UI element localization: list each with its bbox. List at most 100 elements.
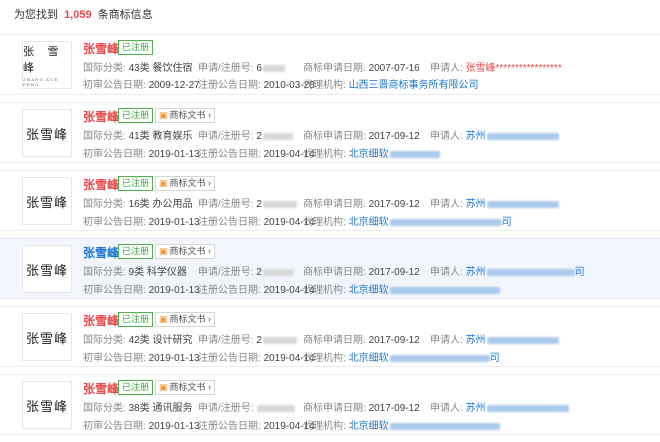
apply-date-value: 2017-09-12 [368,403,420,414]
document-icon: ▣ [159,246,168,256]
prelim-date-value: 2009-12-27 [148,80,200,91]
chevron-right-icon: › [208,246,212,256]
chevron-right-icon: › [208,382,212,392]
trademark-row[interactable]: 张雪峰 张雪峰 已注册 ▣ 商标文书 › 国际分类: 38类 通讯服务 申请/注册… [0,374,660,435]
trademark-name[interactable]: 张雪峰 [83,312,119,329]
applicant-label: 申请人: [430,131,463,142]
redacted-mask [389,286,500,294]
status-badge: 已注册 [118,176,154,191]
prelim-date-value: 2019-01-13 [148,217,200,228]
trademark-logo[interactable]: 张雪峰 [22,109,72,157]
agent-link[interactable]: 北京细软 [349,217,389,228]
reg-date-field: 注册公告日期: 2019-04-14 [198,145,315,160]
reg-date-label: 注册公告日期: [198,80,261,91]
intl-class-value: 16类 办公用品 [128,199,193,210]
apply-date-field: 商标申请日期: 2017-09-12 [303,263,420,278]
trademark-logo[interactable]: 张雪峰 [22,313,72,361]
trademark-name[interactable]: 张雪峰 [83,380,119,397]
results-count: 1,059 [64,9,92,21]
reg-date-field: 注册公告日期: 2019-04-14 [198,349,315,364]
apply-date-label: 商标申请日期: [303,131,366,142]
applicant-link-tail[interactable]: 司 [575,267,585,278]
document-icon: ▣ [159,110,168,120]
reg-no-label: 申请/注册号: [198,131,254,142]
reg-date-label: 注册公告日期: [198,149,261,160]
trademark-row[interactable]: 张雪峰 张雪峰 已注册 ▣ 商标文书 › 国际分类: 9类 科学仪器 申请/注册号… [0,238,660,299]
intl-class-field: 国际分类: 16类 办公用品 [83,195,192,210]
trademark-doc-button[interactable]: ▣ 商标文书 › [155,244,216,259]
agent-link[interactable]: 北京细软 [349,285,389,296]
agent-link-tail[interactable]: 司 [490,353,500,364]
prelim-date-label: 初审公告日期: [83,353,146,364]
results-prefix: 为您找到 [14,9,58,21]
agent-link[interactable]: 北京细软 [349,353,389,364]
trademark-row[interactable]: 张雪峰 张雪峰 已注册 ▣ 商标文书 › 国际分类: 41类 教育娱乐 申请/注册… [0,102,660,163]
applicant-label: 申请人: [430,63,463,74]
agent-link[interactable]: 北京细软 [349,149,389,160]
doc-button-label: 商标文书 [169,110,206,120]
trademark-logo[interactable]: 张雪峰 [22,381,72,429]
agent-link-tail[interactable]: 司 [502,217,512,228]
trademark-row[interactable]: 张 雪 峰 ZHANG XUE FENG 张雪峰 已注册 国际分类: 43类 餐… [0,34,660,95]
applicant-link[interactable]: 苏州 [466,403,486,414]
agent-link[interactable]: 北京细软 [349,421,389,432]
applicant-label: 申请人: [430,267,463,278]
applicant-link[interactable]: 苏州 [466,199,486,210]
results-summary: 为您找到 1,059 条商标信息 [0,0,660,34]
applicant-link[interactable]: 苏州 [466,131,486,142]
trademark-name[interactable]: 张雪峰 [83,108,119,125]
trademark-row[interactable]: 张雪峰 张雪峰 已注册 ▣ 商标文书 › 国际分类: 42类 设计研究 申请/注册… [0,306,660,367]
logo-text: 张 雪 峰 [23,45,64,74]
trademark-logo[interactable]: 张雪峰 [22,245,72,293]
reg-no-label: 申请/注册号: [198,403,254,414]
prelim-date-label: 初审公告日期: [83,80,146,91]
logo-text: 张雪峰 [25,263,68,279]
trademark-name[interactable]: 张雪峰 [83,40,119,57]
redacted-mask [389,150,440,158]
trademark-doc-button[interactable]: ▣ 商标文书 › [155,176,216,191]
agent-field: 代理机构: 山西三晋商标事务所有限公司 [303,76,479,91]
redacted-mask [257,404,296,412]
reg-date-field: 注册公告日期: 2019-04-14 [198,281,315,296]
applicant-link[interactable]: 苏州 [466,335,486,346]
trademark-logo[interactable]: 张 雪 峰 ZHANG XUE FENG [22,41,72,89]
reg-no-label: 申请/注册号: [198,63,254,74]
apply-date-label: 商标申请日期: [303,403,366,414]
trademark-logo[interactable]: 张雪峰 [22,177,72,225]
redacted-mask [486,132,559,140]
intl-class-field: 国际分类: 9类 科学仪器 [83,263,187,278]
apply-date-field: 商标申请日期: 2017-09-12 [303,195,420,210]
applicant-link[interactable]: 苏州 [466,267,486,278]
document-icon: ▣ [159,382,168,392]
trademark-row[interactable]: 张雪峰 张雪峰 已注册 ▣ 商标文书 › 国际分类: 16类 办公用品 申请/注册… [0,170,660,231]
reg-no-field: 申请/注册号: 2 [198,195,297,210]
apply-date-value: 2017-09-12 [368,199,420,210]
reg-date-field: 注册公告日期: 2019-04-14 [198,417,315,432]
doc-button-label: 商标文书 [169,382,206,392]
prelim-date-field: 初审公告日期: 2019-01-13 [83,145,200,160]
status-badge: 已注册 [118,312,154,327]
agent-label: 代理机构: [303,217,346,228]
intl-class-label: 国际分类: [83,63,126,74]
reg-date-field: 注册公告日期: 2010-03-28 [198,76,315,91]
prelim-date-label: 初审公告日期: [83,285,146,296]
applicant-field: 申请人: 苏州 司 [430,263,585,278]
applicant-label: 申请人: [430,335,463,346]
agent-link[interactable]: 山西三晋商标事务所有限公司 [349,80,479,91]
reg-no-field: 申请/注册号: 2 [198,127,293,142]
intl-class-field: 国际分类: 41类 教育娱乐 [83,127,192,142]
intl-class-label: 国际分类: [83,199,126,210]
agent-label: 代理机构: [303,285,346,296]
applicant-field: 申请人: 张雪峰***************** [430,59,562,74]
status-badge: 已注册 [118,40,154,55]
applicant-value[interactable]: 张雪峰***************** [466,63,562,74]
prelim-date-value: 2019-01-13 [148,149,200,160]
trademark-doc-button[interactable]: ▣ 商标文书 › [155,312,216,327]
apply-date-label: 商标申请日期: [303,199,366,210]
trademark-doc-button[interactable]: ▣ 商标文书 › [155,380,216,395]
intl-class-value: 9类 科学仪器 [128,267,187,278]
chevron-right-icon: › [208,178,212,188]
trademark-doc-button[interactable]: ▣ 商标文书 › [155,108,216,123]
trademark-name[interactable]: 张雪峰 [83,176,119,193]
trademark-name[interactable]: 张雪峰 [83,244,119,261]
